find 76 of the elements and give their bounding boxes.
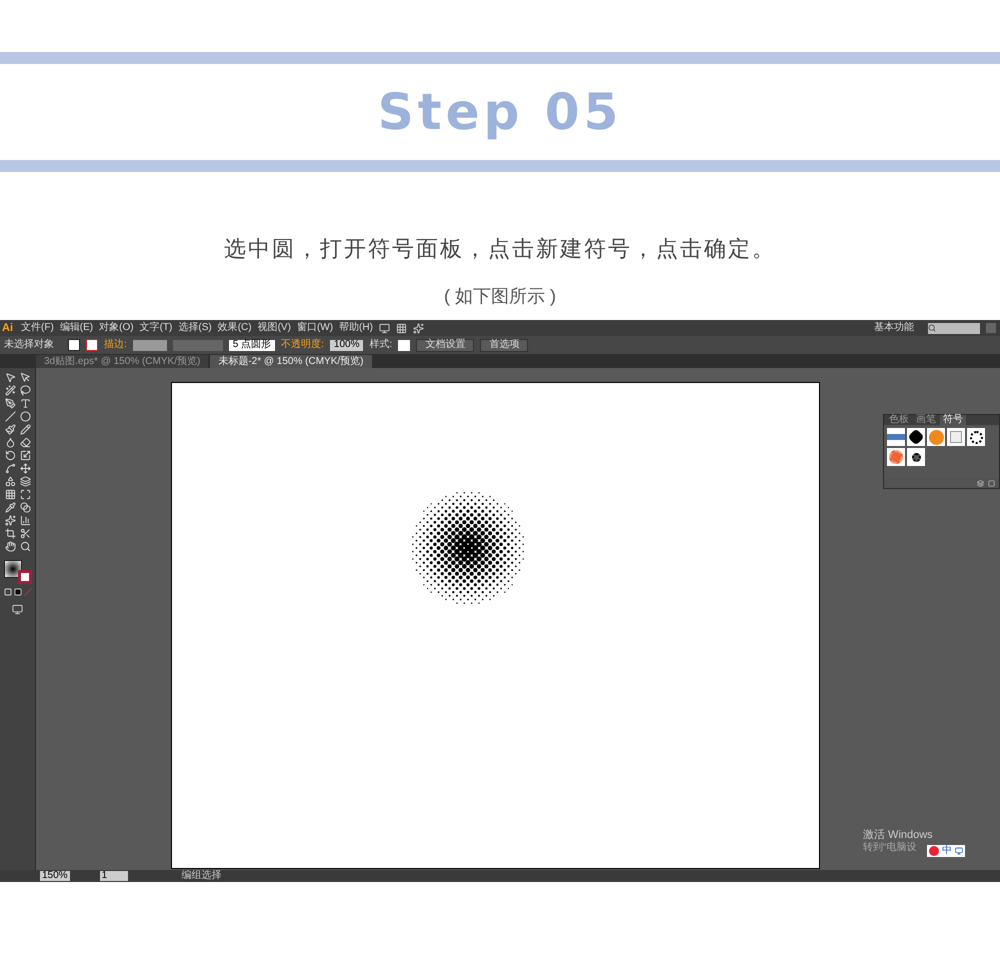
activation-hint: 转到“电脑设: [863, 843, 918, 853]
halftone-symbol[interactable]: [907, 448, 925, 466]
line-icon[interactable]: [4, 411, 16, 422]
hand-icon[interactable]: [4, 541, 16, 552]
stroke-label[interactable]: 描边:: [104, 340, 127, 350]
color-mode-icon[interactable]: [4, 588, 12, 596]
menu-item[interactable]: 效果(C): [218, 323, 252, 333]
step-title: Step 05: [378, 82, 622, 142]
stroke-weight-field[interactable]: [132, 340, 167, 350]
ime-toolbar[interactable]: 中: [927, 845, 965, 857]
menu-item[interactable]: 视图(V): [258, 323, 291, 333]
drop-icon[interactable]: [4, 437, 16, 448]
dotted-ring-symbol[interactable]: [967, 428, 985, 446]
workspace-switcher[interactable]: 基本功能: [874, 323, 914, 333]
rotate-icon[interactable]: [4, 450, 16, 461]
instruction-text: 选中圆，打开符号面板，点击新建符号，点击确定。: [224, 235, 776, 263]
document-tab[interactable]: 3d贴图.eps* @ 150% (CMYK/预览): [36, 355, 208, 368]
document-tab[interactable]: 未标题-2* @ 150% (CMYK/预览): [210, 355, 372, 368]
panel-tab[interactable]: 符号: [940, 415, 966, 425]
style-swatch[interactable]: [398, 340, 410, 350]
eraser-icon[interactable]: [20, 437, 30, 448]
instruction-note: ( 如下图所示 ): [444, 285, 556, 308]
pen-icon[interactable]: [4, 398, 16, 409]
ime-mode: 中: [942, 846, 952, 856]
control-button[interactable]: 首选项: [480, 338, 528, 352]
arrange-icon[interactable]: [396, 322, 407, 334]
app-logo: Ai: [1, 322, 14, 334]
curve-icon[interactable]: [4, 463, 16, 474]
shapes-icon[interactable]: [4, 476, 16, 487]
menu-item[interactable]: 帮助(H): [339, 323, 373, 333]
fill-stroke-swatches[interactable]: [4, 560, 32, 584]
menu-item[interactable]: 文字(T): [140, 323, 172, 333]
fill-swatch[interactable]: [68, 339, 80, 351]
menu-item[interactable]: 选择(S): [178, 323, 212, 333]
arrow-icon[interactable]: [20, 372, 30, 383]
search-field[interactable]: [928, 322, 980, 334]
search-icon: [928, 324, 936, 332]
opacity-field[interactable]: 100%: [330, 340, 364, 350]
gradient-mode-icon[interactable]: [14, 588, 22, 596]
opacity-label[interactable]: 不透明度:: [281, 340, 324, 350]
search-icon[interactable]: [20, 541, 30, 552]
stroke-swatch[interactable]: [86, 339, 98, 351]
layers-icon[interactable]: [20, 476, 30, 487]
blend-icon[interactable]: [20, 502, 30, 513]
lasso-icon[interactable]: [20, 385, 30, 396]
wand-icon[interactable]: [4, 385, 16, 396]
arrow-icon[interactable]: [4, 372, 16, 383]
crop-icon[interactable]: [4, 528, 16, 539]
scale-icon[interactable]: [20, 450, 30, 461]
ime-logo-icon: [929, 846, 939, 856]
splat-symbol[interactable]: [907, 428, 925, 446]
control-button[interactable]: 文档设置: [416, 338, 474, 352]
scissors-icon[interactable]: [20, 528, 30, 539]
menu-item[interactable]: 对象(O): [99, 323, 134, 333]
activation-title: 激活 Windows: [863, 830, 933, 841]
chart-icon[interactable]: [20, 515, 30, 526]
grid-icon[interactable]: [4, 489, 16, 500]
variable-width-field[interactable]: [172, 340, 223, 350]
style-label: 样式:: [369, 340, 392, 350]
eyedropper-icon[interactable]: [4, 502, 16, 513]
selection-label: 未选择对象: [4, 340, 54, 350]
brush-field[interactable]: 5 点圆形: [228, 340, 276, 350]
menu-item[interactable]: 窗口(W): [296, 323, 334, 333]
screen-mode-icon[interactable]: [12, 604, 23, 615]
menu-item[interactable]: 文件(F): [21, 323, 54, 333]
zoom-field[interactable]: 150%: [40, 871, 70, 881]
screen-icon[interactable]: [378, 322, 390, 334]
artboard-field[interactable]: 1: [100, 871, 128, 881]
brush-icon[interactable]: [4, 424, 16, 435]
text-icon[interactable]: [20, 398, 30, 409]
menu-item[interactable]: 编辑(E): [60, 323, 94, 333]
current-tool-label: 编组选择: [182, 871, 222, 881]
move-icon[interactable]: [20, 463, 30, 474]
pencil-icon[interactable]: [20, 424, 30, 435]
ellipse-icon[interactable]: [20, 411, 30, 422]
bar-symbol[interactable]: [887, 428, 905, 446]
